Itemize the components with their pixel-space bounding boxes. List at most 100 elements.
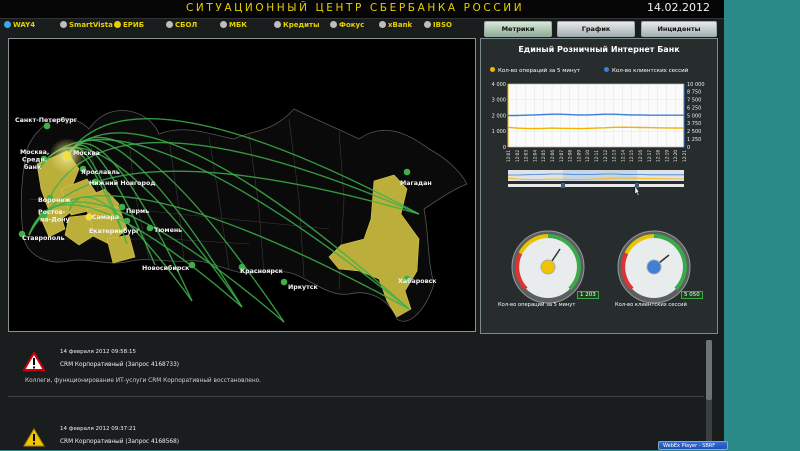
taskbar-webex-button[interactable]: WebEx Player - SBRF [658,441,728,450]
incident-scrollbar[interactable] [706,340,712,448]
range-handle-left [561,183,565,188]
x-tick-label: 12:16 [638,150,643,162]
city-label: Самара [92,214,119,221]
status-dot-icon [330,21,337,28]
y-right-tick-label: 2 500 [687,129,701,135]
russia-map-panel: Санкт-Петербург Москва Москва, Средн. ба… [8,38,476,332]
x-tick-label: 12:14 [620,150,625,162]
x-tick-label: 12:04 [532,150,537,162]
incident-date: 14 февраля 2012 09:37:21 [60,426,136,432]
city-dot[interactable] [62,151,72,161]
y-right-tick-label: 10 000 [687,82,705,88]
y-left-tick-label: 3 000 [492,98,506,104]
city-dot[interactable] [188,261,196,269]
tab-availability-graph[interactable]: График доступности [557,21,635,47]
city-label: Нижний Новгород [89,179,155,187]
y-right-tick-label: 3 750 [687,121,701,127]
city-label: Москва [73,150,100,157]
system-selector: WAY4 SmartVista ЕРИБ СБОЛ МБК Кредиты Фо… [4,21,474,35]
x-tick-label: 12:01 [506,150,511,162]
gauge-value-sessions: 5 050 [681,291,703,299]
x-tick-label: 12:10 [585,150,590,162]
legend-item-sessions: Кол-во клиентских сессий [604,67,688,74]
system-item-sbol[interactable]: СБОЛ [166,21,197,29]
x-tick-label: 12:06 [550,150,555,162]
x-tick-label: 12:12 [603,150,608,162]
y-right-tick-label: 7 500 [687,98,701,104]
gauge-knob [540,259,556,275]
city-label: Ставрополь [22,235,65,242]
y-right-tick-label: 6 250 [687,105,701,111]
x-tick-label: 12:09 [576,150,581,162]
system-item-fokus[interactable]: Фокус [330,21,364,29]
x-tick-label: 12:13 [612,150,617,162]
system-item-credits[interactable]: Кредиты [274,21,319,29]
system-item-mbk[interactable]: МБК [220,21,247,29]
gauge-operations [511,230,585,304]
city-dot[interactable] [280,278,288,286]
y-right-tick-label: 8 750 [687,90,701,96]
city-label: Тюмень [154,227,182,234]
system-item-ibso[interactable]: IBSO [424,21,452,29]
scrollbar-thumb[interactable] [706,340,712,400]
y-left-tick-label: 1 000 [492,129,506,135]
status-dot-icon [379,21,386,28]
system-item-erib[interactable]: ЕРИБ [114,21,144,29]
current-date: 14.02.2012 [647,1,710,14]
x-tick-label: 12:11 [594,150,599,162]
city-dot[interactable] [146,224,154,232]
warning-icon [23,428,45,447]
y-right-tick-label: 1 250 [687,137,701,143]
gauge-knob [646,259,662,275]
x-tick-label: 12:02 [515,150,520,162]
gauge-value-operations: 1 203 [577,291,599,299]
city-label: Пермь [126,208,149,215]
system-item-smartvista[interactable]: SmartVista [60,21,113,29]
city-label: Екатеринбург [89,227,140,235]
gauge-label-operations: Кол-во операций за 5 минут [498,302,576,308]
app-title: СИТУАЦИОННЫЙ ЦЕНТР СБЕРБАНКА РОССИИ [186,2,525,14]
city-dot[interactable] [123,217,131,225]
russia-map: Санкт-Петербург Москва Москва, Средн. ба… [15,108,468,323]
gauge-label-sessions: Кол-во клиентских сессий [615,302,687,308]
city-dot[interactable] [403,168,411,176]
status-dot-icon [60,21,67,28]
city-label: Ярославль [81,169,120,176]
legend-dot-icon [604,67,609,72]
status-dot-icon [4,21,11,28]
range-shade-right [637,170,684,181]
divider [8,396,704,397]
incident-message: Коллеги, функционирование ИТ-услуги CRM … [25,378,262,384]
y-right-tick-label: 5 000 [687,113,701,119]
x-tick-label: 12:20 [673,150,678,162]
city-dot[interactable] [118,203,126,211]
system-item-way4[interactable]: WAY4 [4,21,35,29]
x-tick-label: 12:08 [568,150,573,162]
city-label: Иркутск [288,284,319,291]
legend-item-operations: Кол-во операций за 5 минут [490,67,580,74]
x-tick-label: 12:17 [647,150,652,162]
tab-metrics[interactable]: Метрики [484,21,552,37]
top-bar: СИТУАЦИОННЫЙ ЦЕНТР СБЕРБАНКА РОССИИ 14.0… [0,0,724,19]
panel-title: Единый Розничный Интернет Банк [518,45,680,54]
city-label: Магадан [400,180,432,187]
tab-incidents[interactable]: Инциденты [641,21,717,37]
y-left-tick-label: 4 000 [492,82,506,88]
incident-subject: CRM Корпоративный (Запрос 4168568) [60,439,180,445]
bank-metrics-panel: Единый Розничный Интернет Банк Кол-во оп… [480,38,718,334]
x-tick-label: 12:03 [524,150,529,162]
status-dot-icon [424,21,431,28]
x-tick-label: 12:05 [541,150,546,162]
status-dot-icon [114,21,121,28]
incident-subject: CRM Корпоративный (Запрос 4168733) [60,362,180,368]
x-tick-label: 12:19 [664,150,669,162]
status-dot-icon [274,21,281,28]
city-label: Ростов- на-Дону [38,209,70,224]
system-item-xbank[interactable]: xBank [379,21,412,29]
y-left-tick-label: 2 000 [492,113,506,119]
warning-icon [23,352,45,371]
city-label: Новосибирск [142,264,190,272]
city-label: Воронеж [38,197,72,204]
status-dot-icon [166,21,173,28]
incident-date: 14 февраля 2012 09:58:15 [60,349,136,355]
